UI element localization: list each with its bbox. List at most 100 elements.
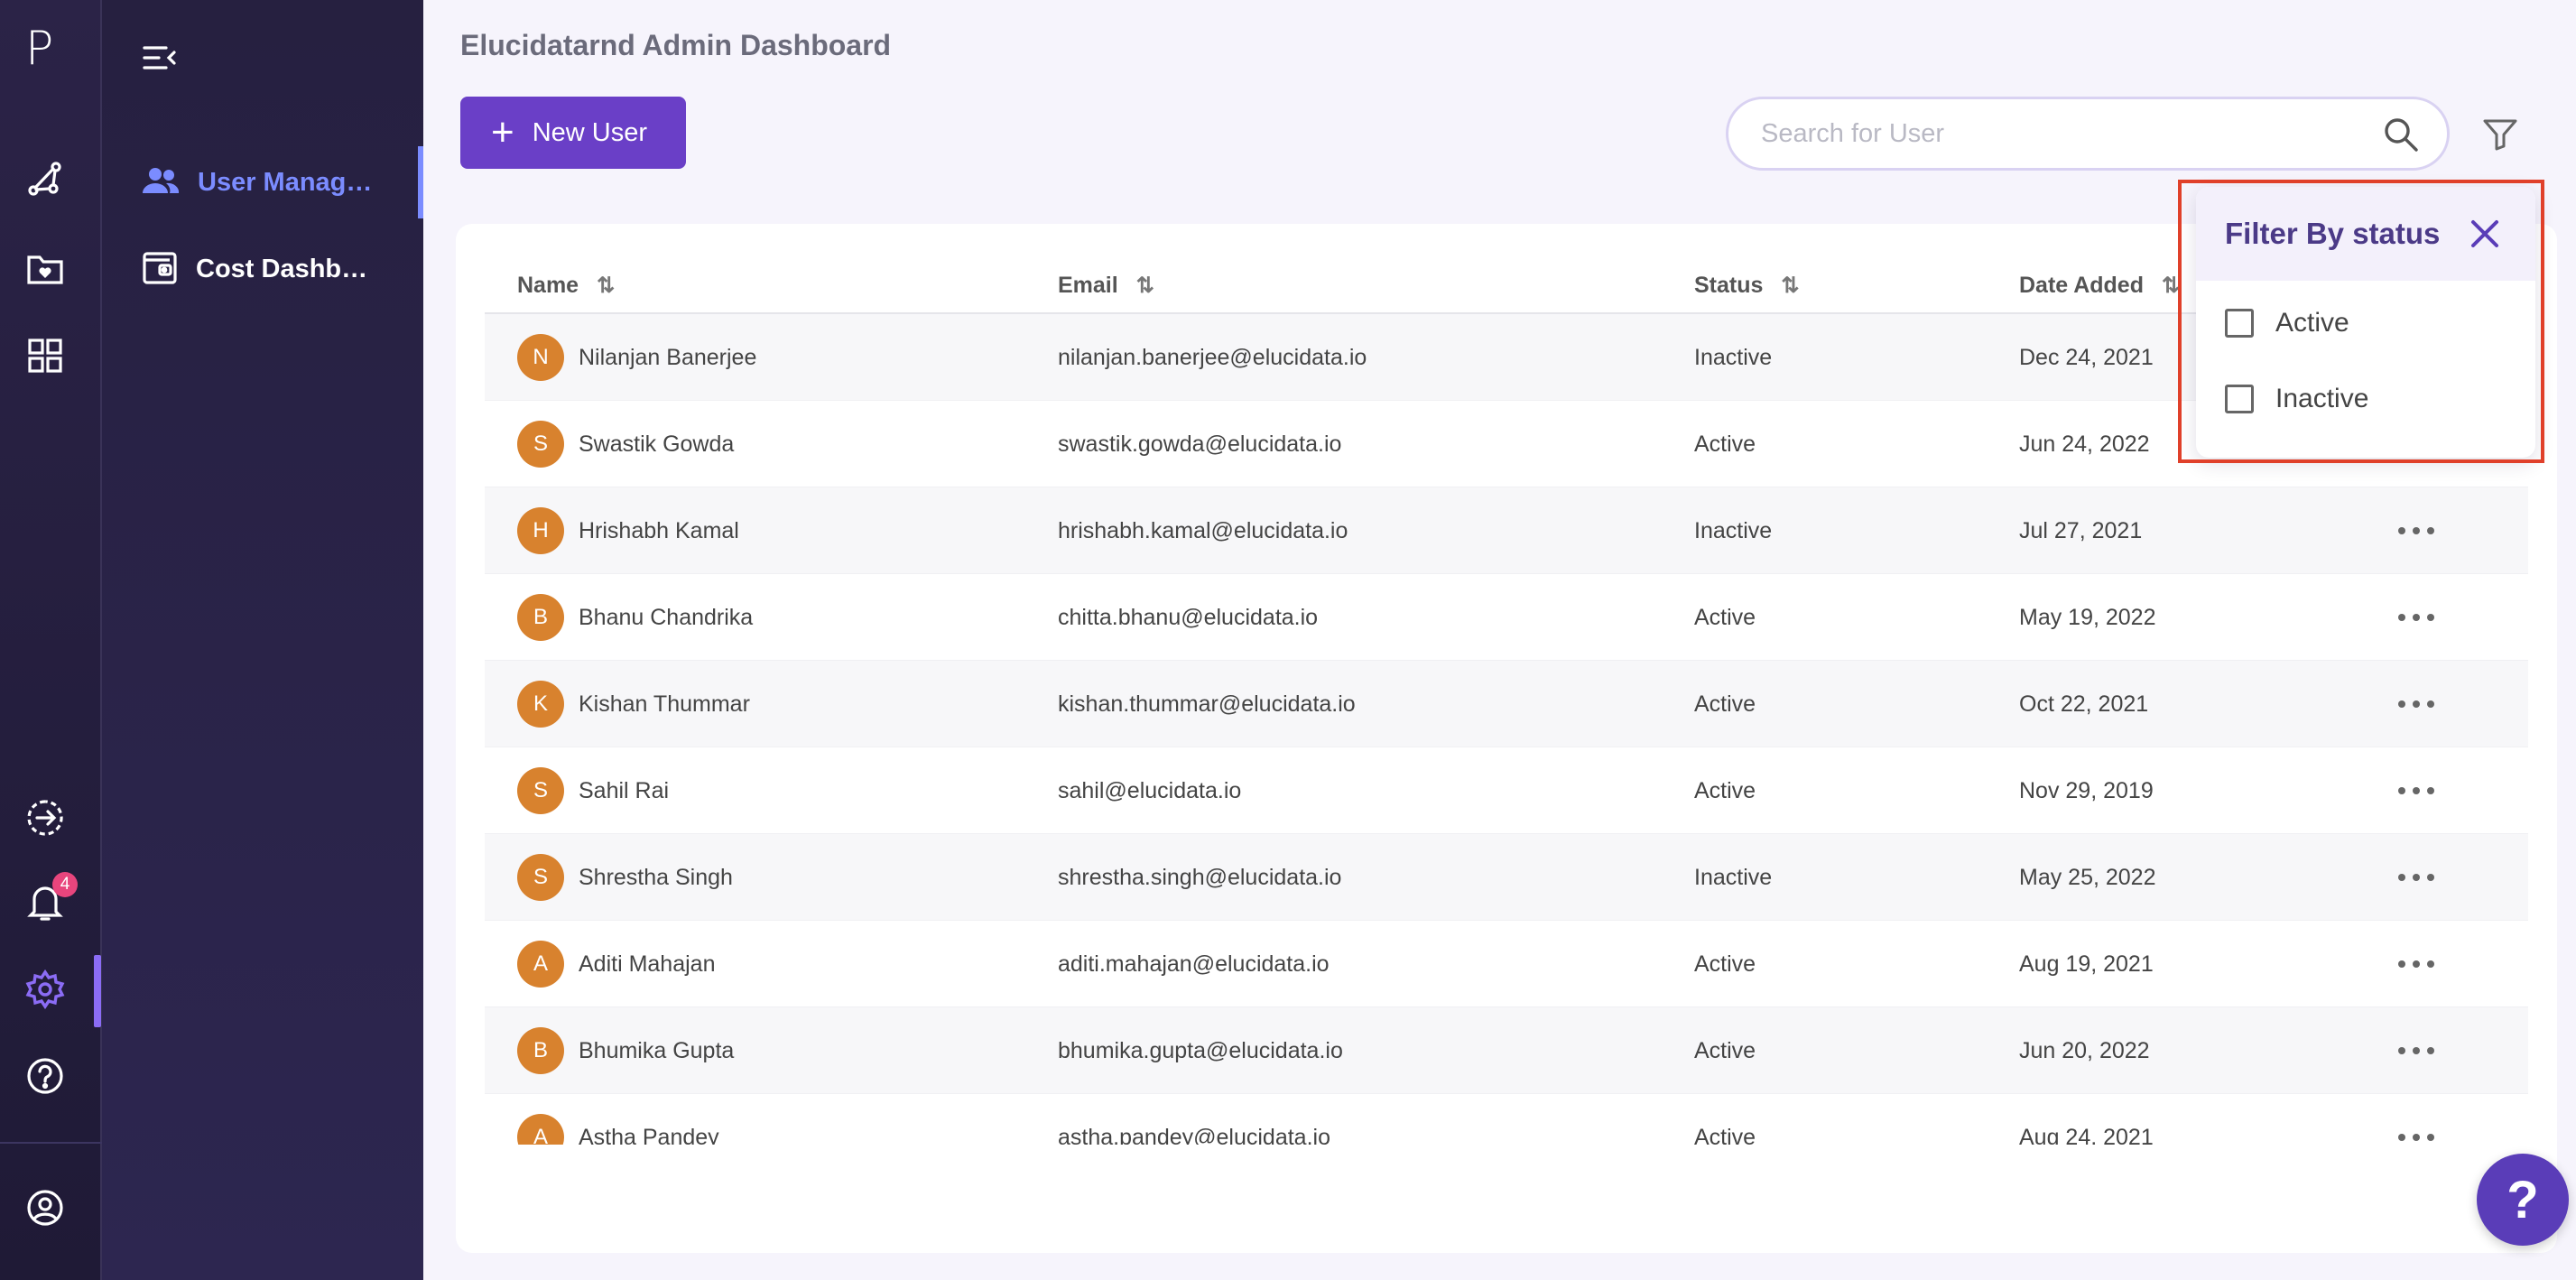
workflow-icon[interactable]	[25, 159, 65, 199]
user-date-added: May 25, 2022	[2019, 864, 2156, 890]
user-date-added: May 19, 2022	[2019, 604, 2156, 630]
user-date-added: Nov 29, 2019	[2019, 777, 2154, 803]
name-cell: K Kishan Thummar	[517, 661, 750, 747]
grid-icon[interactable]	[25, 336, 65, 376]
user-email: astha.pandey@elucidata.io	[1058, 1124, 1330, 1146]
column-header-name[interactable]: Name ⇅	[517, 273, 615, 299]
more-options-icon[interactable]	[2398, 774, 2434, 807]
gear-icon[interactable]	[25, 969, 65, 1009]
user-status: Active	[1694, 431, 1756, 457]
avatar: K	[517, 681, 564, 728]
user-name: Hrishabh Kamal	[579, 517, 739, 543]
user-status: Inactive	[1694, 344, 1773, 370]
more-options-icon[interactable]	[2398, 515, 2434, 547]
filter-icon[interactable]	[2478, 112, 2523, 157]
user-date-added: Aug 19, 2021	[2019, 951, 2154, 977]
avatar: B	[517, 594, 564, 641]
user-email: bhumika.gupta@elucidata.io	[1058, 1037, 1343, 1063]
highlight-box	[2178, 180, 2544, 463]
folder-heart-icon[interactable]	[25, 248, 65, 288]
table-row[interactable]: S Shrestha Singh shrestha.singh@elucidata.…	[485, 834, 2528, 921]
user-date-added: Dec 24, 2021	[2019, 344, 2154, 370]
user-name: Aditi Mahajan	[579, 951, 716, 977]
table-row[interactable]: H Hrishabh Kamal hrishabh.kamal@elucidata.…	[485, 487, 2528, 574]
name-cell: S Shrestha Singh	[517, 834, 733, 921]
user-status: Active	[1694, 951, 1756, 977]
avatar: H	[517, 507, 564, 554]
name-cell: B Bhumika Gupta	[517, 1007, 734, 1094]
more-options-icon[interactable]	[2398, 1034, 2434, 1067]
column-header-date-added[interactable]: Date Added ⇅	[2019, 273, 2180, 299]
new-user-button[interactable]: + New User	[460, 97, 686, 169]
avatar: A	[517, 1114, 564, 1145]
table-row[interactable]: K Kishan Thummar kishan.thummar@elucidata.…	[485, 661, 2528, 747]
user-email: aditi.mahajan@elucidata.io	[1058, 951, 1330, 977]
user-status: Active	[1694, 691, 1756, 717]
user-date-added: Jun 20, 2022	[2019, 1037, 2150, 1063]
app-logo[interactable]: P	[25, 22, 53, 76]
user-date-added: Oct 22, 2021	[2019, 691, 2149, 717]
name-cell: A Astha Pandey	[517, 1094, 719, 1145]
avatar: S	[517, 854, 564, 901]
search-bar	[1726, 97, 2450, 171]
user-name: Kishan Thummar	[579, 691, 750, 717]
avatar: A	[517, 941, 564, 988]
user-date-added: Aug 24, 2021	[2019, 1124, 2154, 1146]
avatar: B	[517, 1027, 564, 1074]
avatar: S	[517, 421, 564, 468]
sidebar-item-cost-dashboard[interactable]: Cost Dashbo...	[102, 233, 423, 305]
avatar: N	[517, 334, 564, 381]
more-options-icon[interactable]	[2398, 861, 2434, 894]
name-cell: A Aditi Mahajan	[517, 921, 715, 1007]
name-cell: S Sahil Rai	[517, 747, 669, 834]
sort-icon[interactable]: ⇅	[1136, 273, 1154, 299]
user-name: Shrestha Singh	[579, 864, 733, 890]
profile-icon[interactable]	[25, 1188, 65, 1228]
search-icon[interactable]	[2382, 116, 2420, 158]
plus-icon: +	[491, 110, 514, 154]
wallet-icon	[142, 249, 178, 290]
collapse-menu-icon[interactable]	[140, 40, 180, 76]
table-row[interactable]: B Bhanu Chandrika chitta.bhanu@elucidata.i…	[485, 574, 2528, 661]
user-status: Active	[1694, 604, 1756, 630]
name-cell: N Nilanjan Banerjee	[517, 314, 756, 401]
user-date-added: Jun 24, 2022	[2019, 431, 2150, 457]
user-name: Bhanu Chandrika	[579, 604, 754, 630]
sidebar-item-user-management[interactable]: User Manage...	[102, 146, 423, 218]
notification-badge: 4	[52, 872, 78, 897]
help-button[interactable]: ?	[2477, 1154, 2569, 1246]
user-status: Active	[1694, 1037, 1756, 1063]
table-row[interactable]: S Sahil Rai sahil@elucidata.io Active Nov 29…	[485, 747, 2528, 834]
user-status: Inactive	[1694, 517, 1773, 543]
avatar: S	[517, 767, 564, 814]
user-email: nilanjan.banerjee@elucidata.io	[1058, 344, 1367, 370]
table-row[interactable]: B Bhumika Gupta bhumika.gupta@elucidata.io…	[485, 1007, 2528, 1094]
new-user-label: New User	[532, 117, 648, 147]
user-name: Bhumika Gupta	[579, 1037, 735, 1063]
user-date-added: Jul 27, 2021	[2019, 517, 2143, 543]
name-cell: H Hrishabh Kamal	[517, 487, 739, 574]
user-name: Nilanjan Banerjee	[579, 344, 757, 370]
user-email: sahil@elucidata.io	[1058, 777, 1242, 803]
search-input[interactable]	[1761, 118, 2339, 149]
sort-icon[interactable]: ⇅	[597, 273, 615, 299]
more-options-icon[interactable]	[2398, 948, 2434, 980]
user-status: Active	[1694, 1124, 1756, 1146]
help-circle-icon[interactable]	[25, 1056, 65, 1096]
column-header-email[interactable]: Email ⇅	[1058, 273, 1154, 299]
more-options-icon[interactable]	[2398, 1121, 2434, 1145]
user-email: kishan.thummar@elucidata.io	[1058, 691, 1356, 717]
rail-divider	[0, 1142, 102, 1144]
user-email: shrestha.singh@elucidata.io	[1058, 864, 1342, 890]
more-options-icon[interactable]	[2398, 688, 2434, 720]
table-row[interactable]: A Astha Pandey astha.pandey@elucidata.io Ac…	[485, 1094, 2528, 1145]
table-row[interactable]: A Aditi Mahajan aditi.mahajan@elucidata.io…	[485, 921, 2528, 1007]
column-header-status[interactable]: Status ⇅	[1694, 273, 1800, 299]
icon-rail: P 4	[0, 0, 102, 1280]
logout-icon[interactable]	[25, 798, 65, 838]
sort-icon[interactable]: ⇅	[1781, 273, 1799, 299]
user-name: Astha Pandey	[579, 1124, 719, 1146]
users-icon	[142, 166, 180, 199]
more-options-icon[interactable]	[2398, 601, 2434, 634]
user-status: Inactive	[1694, 864, 1773, 890]
